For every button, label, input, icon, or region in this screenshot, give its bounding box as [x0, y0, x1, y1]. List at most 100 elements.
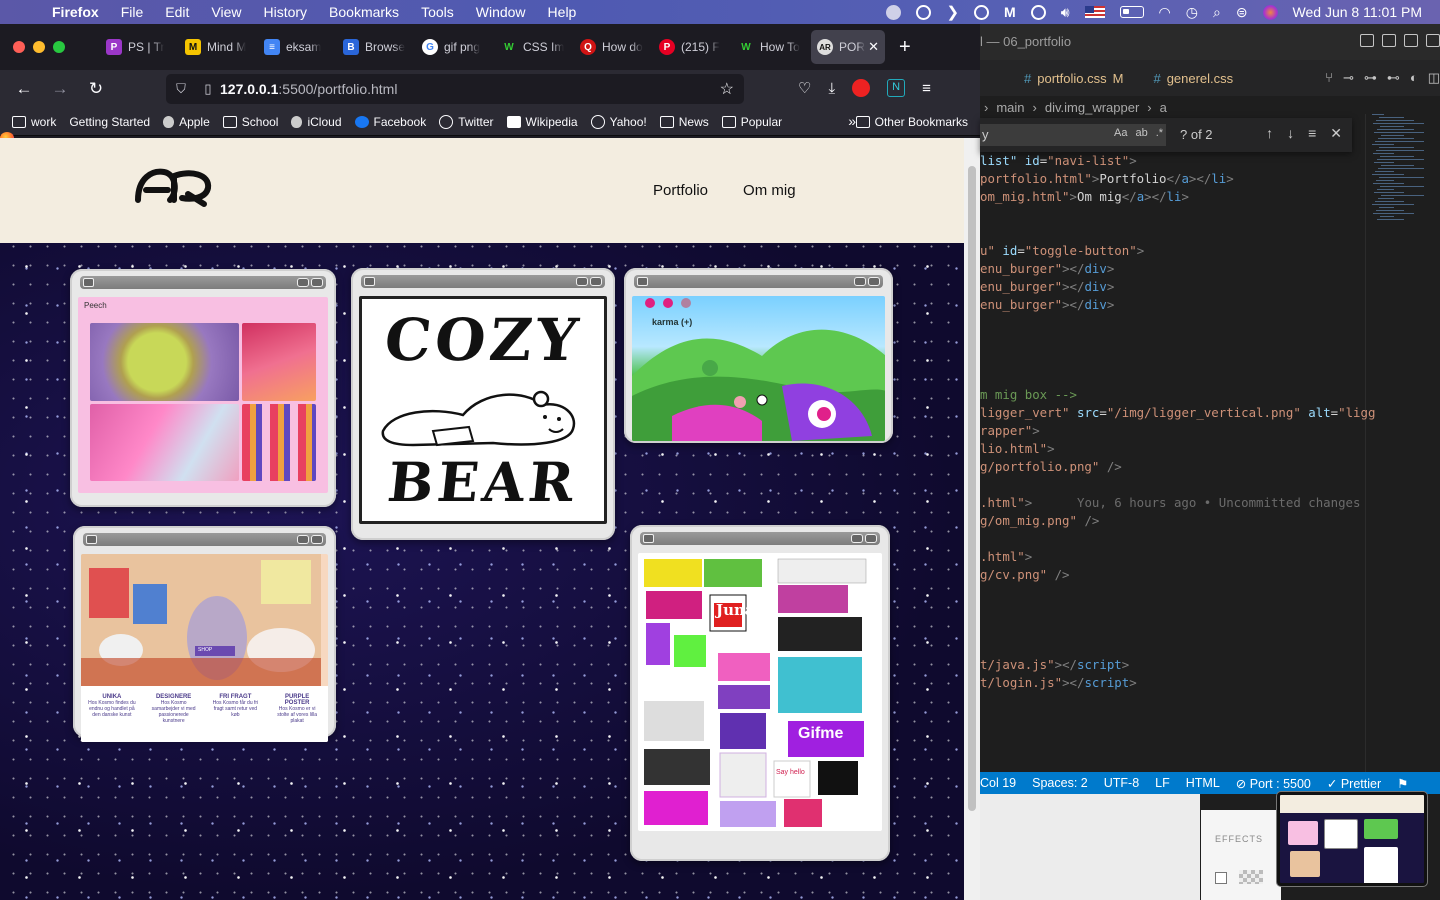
- code-line[interactable]: rapper">: [980, 422, 1375, 440]
- bookmark-item[interactable]: work: [12, 115, 56, 129]
- time-machine-icon[interactable]: ◷: [1186, 4, 1198, 21]
- code-editor[interactable]: list" id="navi-list"> portfolio.html">Por…: [980, 152, 1375, 692]
- match-whole-word-icon[interactable]: ab: [1135, 127, 1147, 139]
- browser-tab[interactable]: B Browse: [337, 30, 416, 64]
- browser-tab[interactable]: P PS | Tr: [100, 30, 179, 64]
- minimap[interactable]: [1372, 114, 1438, 234]
- status-prettier[interactable]: ✓ Prettier: [1327, 776, 1381, 791]
- code-line[interactable]: enu_burger"></div>: [980, 296, 1375, 314]
- code-line[interactable]: om_mig.html">Om mig</a></li>: [980, 188, 1375, 206]
- code-line[interactable]: u" id="toggle-button">: [980, 242, 1375, 260]
- status-live-server[interactable]: ⊘ Port : 5500: [1236, 776, 1311, 791]
- bookmark-item[interactable]: Twitter: [439, 114, 494, 129]
- code-line[interactable]: g/om_mig.png" />: [980, 512, 1375, 530]
- code-line[interactable]: list" id="navi-list">: [980, 152, 1375, 170]
- use-regex-icon[interactable]: .*: [1156, 127, 1163, 139]
- editor-tab-generel-css[interactable]: # generel.css: [1135, 60, 1245, 96]
- project-card-peech[interactable]: Peech: [70, 269, 336, 507]
- bookmark-star-icon[interactable]: ☆: [720, 79, 734, 99]
- status-cursor-position[interactable]: Col 19: [980, 776, 1016, 790]
- status-line-ending[interactable]: LF: [1155, 776, 1170, 790]
- bookmark-item[interactable]: iCloud: [291, 115, 342, 129]
- new-tab-button[interactable]: +: [899, 36, 911, 59]
- other-bookmarks[interactable]: Other Bookmarks: [855, 115, 968, 129]
- code-line[interactable]: [980, 620, 1375, 638]
- git-commit-icon[interactable]: ⊶: [1364, 70, 1377, 86]
- match-case-icon[interactable]: Aa: [1114, 127, 1127, 139]
- browser-tab[interactable]: Ggif png: [416, 30, 495, 64]
- bookmark-item[interactable]: Facebook: [354, 115, 426, 129]
- nav-link-om-mig[interactable]: Om mig: [743, 182, 796, 199]
- open-changes-icon[interactable]: ◐: [1410, 70, 1418, 86]
- forward-button[interactable]: →: [42, 79, 78, 99]
- git-commit-next-icon[interactable]: ⊷: [1387, 70, 1400, 86]
- transparency-swatch[interactable]: [1239, 870, 1263, 884]
- bookmark-item[interactable]: News: [659, 115, 709, 129]
- feedback-icon[interactable]: ⚑: [1397, 776, 1408, 791]
- us-flag-input-icon[interactable]: [1084, 6, 1105, 18]
- zoom-window-button[interactable]: [53, 41, 65, 53]
- find-in-selection-icon[interactable]: ≡: [1308, 125, 1316, 142]
- menu-help[interactable]: Help: [548, 4, 577, 20]
- browser-tab[interactable]: ≡ eksam: [258, 30, 337, 64]
- bookmark-item[interactable]: School: [222, 115, 278, 129]
- menu-view[interactable]: View: [211, 4, 241, 20]
- minimize-window-button[interactable]: [33, 41, 45, 53]
- code-line[interactable]: g/cv.png" />: [980, 566, 1375, 584]
- back-button[interactable]: ←: [6, 79, 42, 99]
- menu-window[interactable]: Window: [476, 4, 526, 20]
- code-line[interactable]: [980, 332, 1375, 350]
- close-tab-icon[interactable]: ✕: [868, 39, 879, 55]
- code-line[interactable]: [980, 224, 1375, 242]
- source-control-compare-icon[interactable]: ⑂: [1325, 70, 1333, 86]
- customize-layout-icon[interactable]: [1426, 34, 1440, 47]
- m-app-icon[interactable]: M: [1004, 4, 1016, 20]
- project-card-karma-game[interactable]: karma (+): [624, 268, 893, 443]
- bookmark-item[interactable]: Yahoo!: [590, 114, 647, 129]
- breadcrumb-item-main[interactable]: main: [996, 100, 1024, 115]
- siri-icon[interactable]: [1262, 4, 1278, 20]
- browser-tab[interactable]: P (215) F: [653, 30, 732, 64]
- toggle-secondary-sidebar-icon[interactable]: [1404, 34, 1418, 47]
- code-line[interactable]: [980, 206, 1375, 224]
- page-scrollbar[interactable]: [964, 138, 980, 900]
- project-card-collage[interactable]: Juna Gifme Say hello: [630, 525, 890, 861]
- code-line[interactable]: portfolio.html">Portfolio</a></li>: [980, 170, 1375, 188]
- tracking-protection-shield-icon[interactable]: ⛉: [166, 81, 196, 97]
- chevron-right-icon[interactable]: ❯: [946, 3, 959, 21]
- previous-match-icon[interactable]: ↑: [1266, 125, 1273, 142]
- status-dot-icon[interactable]: [886, 4, 902, 20]
- url-text[interactable]: 127.0.0.1:5500/portfolio.html: [220, 81, 397, 97]
- bookmark-item[interactable]: Wikipedia: [506, 115, 578, 129]
- code-line[interactable]: lio.html">: [980, 440, 1375, 458]
- next-match-icon[interactable]: ↓: [1287, 125, 1294, 142]
- reload-button[interactable]: ↻: [78, 79, 114, 99]
- code-line[interactable]: [980, 350, 1375, 368]
- split-editor-icon[interactable]: ◫: [1428, 70, 1440, 86]
- breadcrumb-item-a[interactable]: a: [1160, 100, 1167, 115]
- code-line[interactable]: .html">: [980, 548, 1375, 566]
- volume-icon[interactable]: 🔊︎: [1061, 4, 1070, 21]
- code-line[interactable]: [980, 530, 1375, 548]
- project-card-cozy-bear[interactable]: COZY BEAR: [351, 268, 615, 540]
- code-line[interactable]: enu_burger"></div>: [980, 278, 1375, 296]
- browser-tab[interactable]: W How To: [732, 30, 811, 64]
- browser-tab-active[interactable]: AR POR ✕: [811, 30, 885, 64]
- menu-file[interactable]: File: [121, 4, 144, 20]
- breadcrumb-item-img-wrapper[interactable]: div.img_wrapper: [1045, 100, 1139, 115]
- git-commit-prev-icon[interactable]: ⊸: [1343, 70, 1354, 86]
- code-line[interactable]: [980, 602, 1375, 620]
- bookmark-item[interactable]: Getting Started: [0, 115, 150, 144]
- menu-edit[interactable]: Edit: [165, 4, 189, 20]
- menu-app-firefox[interactable]: Firefox: [52, 4, 99, 20]
- spotlight-search-icon[interactable]: ⌕: [1213, 4, 1221, 21]
- menu-history[interactable]: History: [263, 4, 307, 20]
- code-line[interactable]: g/portfolio.png" />: [980, 458, 1375, 476]
- status-language-mode[interactable]: HTML: [1186, 776, 1220, 790]
- address-bar[interactable]: ⛉ ▯ 127.0.0.1:5500/portfolio.html ☆: [166, 74, 744, 104]
- code-line[interactable]: m mig box -->: [980, 386, 1375, 404]
- code-line[interactable]: [980, 314, 1375, 332]
- toggle-sidebar-icon[interactable]: [1360, 34, 1374, 47]
- battery-icon[interactable]: [1119, 6, 1144, 18]
- scrollbar-thumb[interactable]: [968, 166, 976, 811]
